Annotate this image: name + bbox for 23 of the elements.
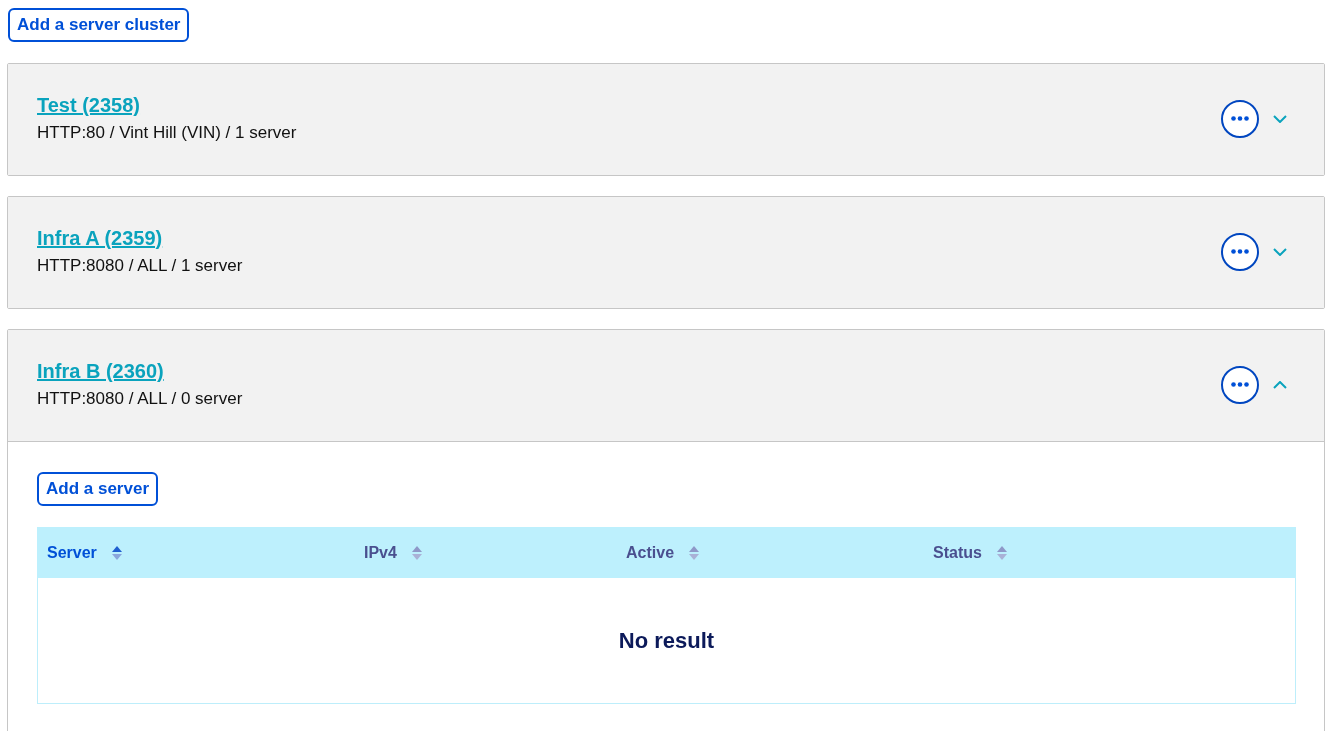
ellipsis-icon — [1231, 249, 1249, 254]
sort-icon[interactable] — [996, 544, 1007, 561]
sort-icon[interactable] — [411, 544, 422, 561]
column-header[interactable]: IPv4 — [364, 543, 397, 562]
more-button[interactable] — [1221, 232, 1259, 271]
cluster-details: HTTP:8080 / ALL / 1 server — [37, 255, 243, 277]
cluster-details: HTTP:8080 / ALL / 0 server — [37, 388, 243, 410]
chevron-down-icon[interactable] — [1273, 247, 1287, 256]
add-cluster-button[interactable]: Add a server cluster — [8, 8, 190, 42]
add-server-button[interactable]: Add a server — [37, 472, 158, 506]
chevron-up-icon[interactable] — [1273, 380, 1287, 389]
column-header[interactable]: Status — [933, 543, 982, 562]
chevron-down-icon[interactable] — [1273, 114, 1287, 123]
sort-icon[interactable] — [111, 544, 122, 561]
column-header[interactable]: Active — [626, 543, 675, 562]
ellipsis-icon — [1231, 116, 1249, 121]
ellipsis-icon — [1231, 382, 1249, 387]
more-button[interactable] — [1221, 365, 1259, 404]
sort-icon[interactable] — [689, 544, 700, 561]
more-button[interactable] — [1221, 99, 1259, 138]
column-header[interactable]: Server — [47, 543, 97, 562]
empty-message: No result — [618, 627, 715, 654]
cluster-details: HTTP:80 / Vint Hill (VIN) / 1 server — [37, 122, 297, 144]
